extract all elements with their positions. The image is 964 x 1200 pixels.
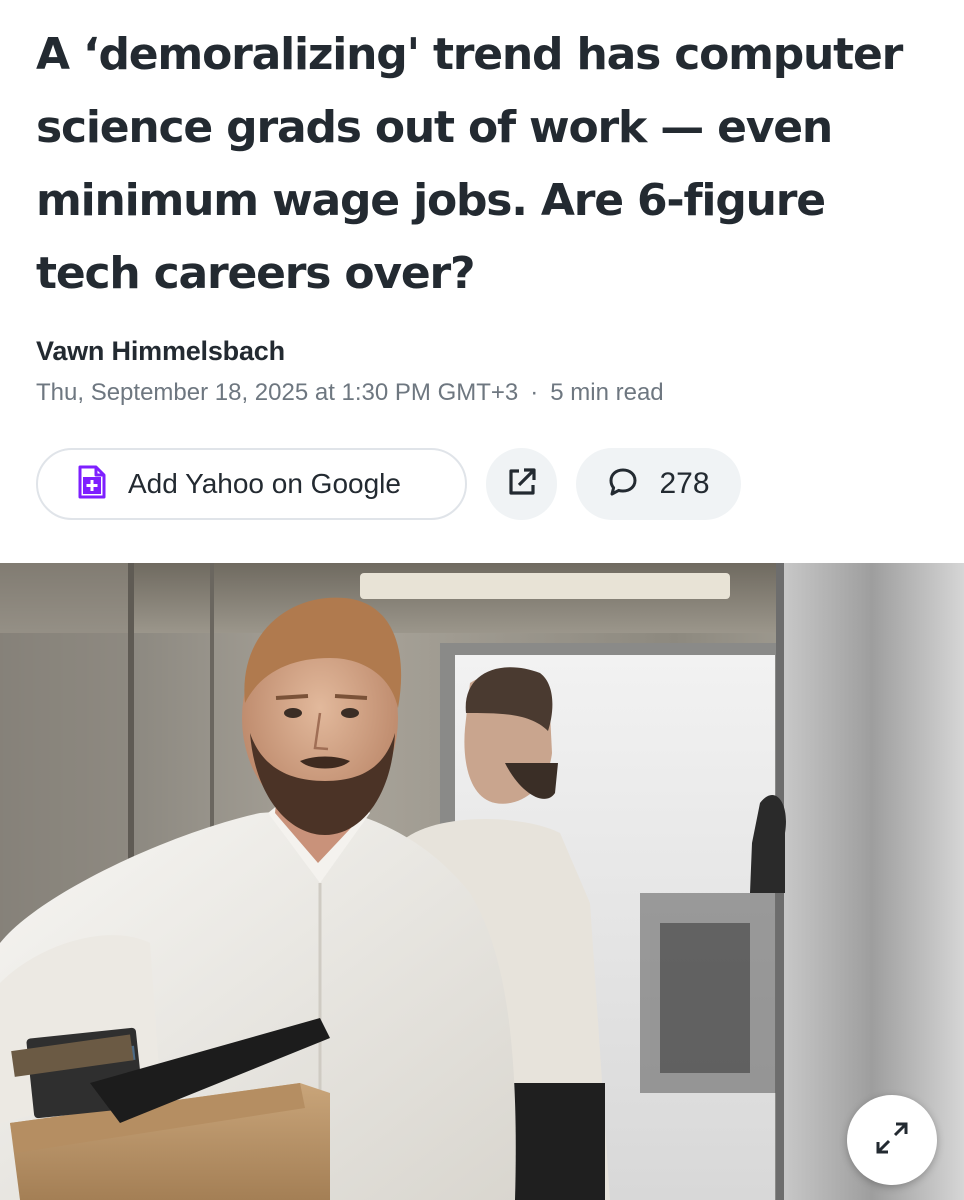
- add-yahoo-on-google-button[interactable]: Add Yahoo on Google: [36, 448, 467, 520]
- document-plus-icon: [78, 465, 106, 503]
- author-name[interactable]: Vawn Himmelsbach: [36, 336, 285, 367]
- comment-count: 278: [659, 467, 710, 500]
- external-link-icon: [506, 466, 538, 502]
- meta-separator: ·: [530, 379, 539, 406]
- article-meta: Thu, September 18, 2025 at 1:30 PM GMT+3…: [36, 379, 664, 407]
- comments-button[interactable]: 278: [576, 448, 741, 520]
- read-time: 5 min read: [550, 379, 664, 406]
- expand-image-button[interactable]: [847, 1095, 937, 1185]
- share-button[interactable]: [486, 448, 557, 520]
- speech-bubble-icon: [607, 466, 639, 502]
- publish-date: Thu, September 18, 2025 at 1:30 PM GMT+3: [36, 379, 519, 406]
- article-headline: A ‘demoralizing' trend has computer scie…: [36, 29, 903, 299]
- article-hero-image[interactable]: [0, 563, 964, 1200]
- add-yahoo-on-google-label: Add Yahoo on Google: [128, 468, 401, 499]
- expand-arrows-icon: [872, 1118, 912, 1162]
